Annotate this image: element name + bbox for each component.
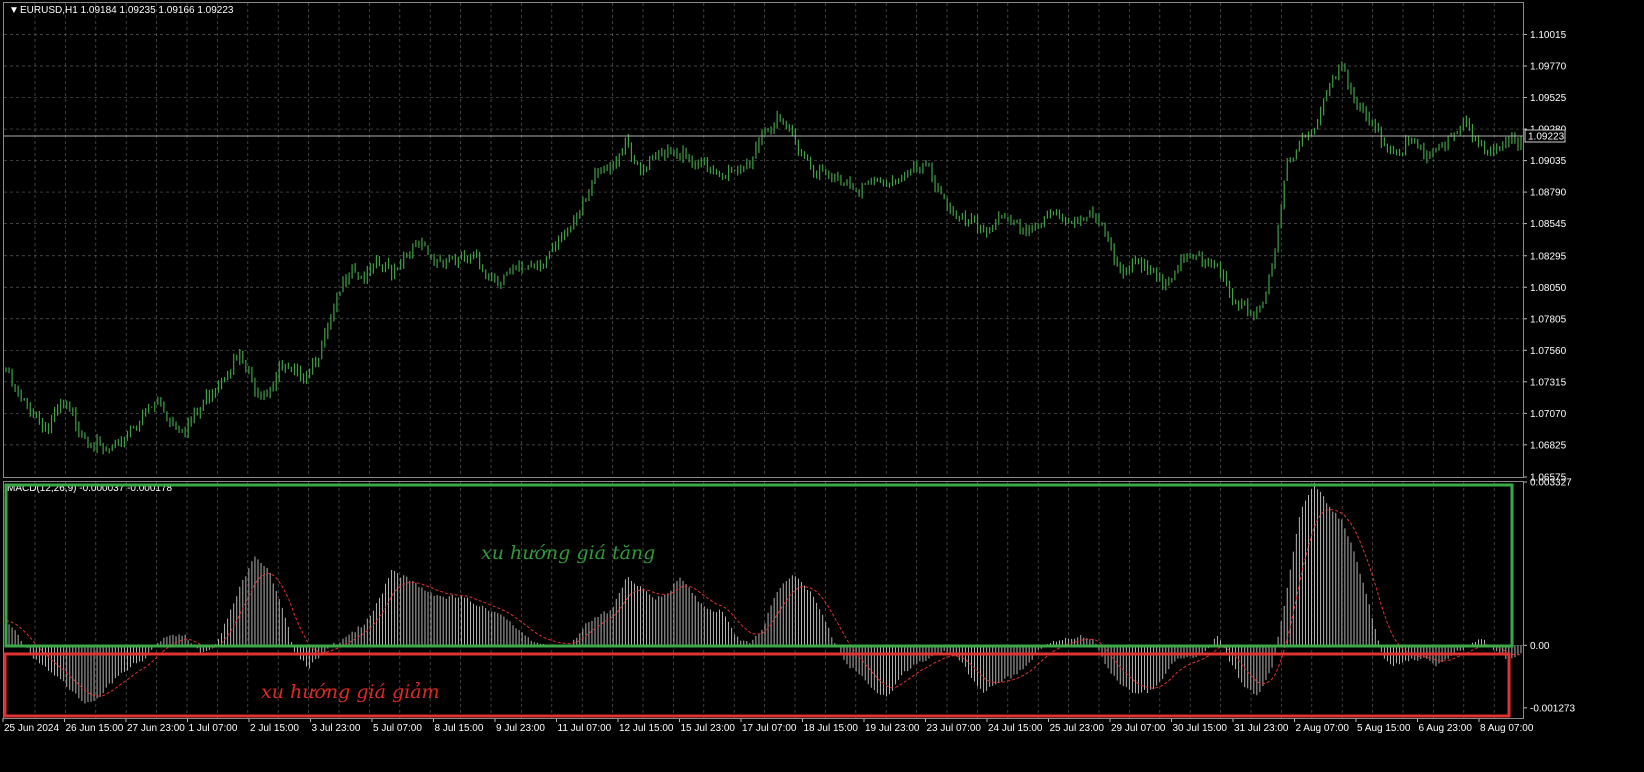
macd-signal-line: [5, 508, 1522, 697]
time-tick-label: 25 Jun 2024: [4, 723, 59, 734]
price-tick-label: 1.07560: [1530, 346, 1567, 357]
macd-axis: 0.003327 0.00 -0.001273: [1523, 478, 1575, 714]
time-tick-label: 18 Jul 15:00: [804, 723, 859, 734]
grid: [4, 3, 1523, 718]
price-tick-label: 1.07805: [1530, 314, 1567, 325]
uptrend-label: xu hướng giá tăng: [481, 542, 655, 564]
price-tick-label: 1.08050: [1530, 283, 1567, 294]
time-tick-label: 27 Jun 23:00: [127, 723, 185, 734]
time-tick-label: 2 Jul 15:00: [250, 723, 299, 734]
downtrend-label: xu hướng giá giảm: [261, 681, 440, 703]
time-tick-label: 5 Aug 15:00: [1357, 723, 1411, 734]
time-tick-label: 1 Jul 07:00: [189, 723, 238, 734]
time-tick-label: 15 Jul 23:00: [681, 723, 736, 734]
downtrend-box: [3, 652, 1511, 718]
time-tick-label: 2 Aug 07:00: [1296, 723, 1350, 734]
time-tick-label: 11 Jul 07:00: [558, 723, 612, 734]
macd-panel-frame: [3, 481, 1524, 719]
time-tick-label: 8 Aug 07:00: [1480, 723, 1534, 734]
price-tick-label: 1.08545: [1530, 219, 1567, 230]
current-price-label: 1.09223: [1528, 132, 1565, 143]
time-tick-label: 19 Jul 23:00: [865, 723, 920, 734]
macd-histogram: [5, 482, 1522, 704]
uptrend-box: [4, 483, 1514, 648]
time-tick-label: 17 Jul 07:00: [742, 723, 797, 734]
signal-line: [5, 508, 1522, 697]
time-tick-label: 23 Jul 07:00: [927, 723, 982, 734]
time-tick-label: 3 Jul 23:00: [312, 723, 361, 734]
price-tick-label: 1.08790: [1530, 188, 1567, 199]
time-tick-label: 6 Aug 23:00: [1419, 723, 1473, 734]
time-tick-label: 12 Jul 15:00: [619, 723, 674, 734]
time-tick-label: 9 Jul 23:00: [496, 723, 545, 734]
price-panel-frame: [3, 2, 1524, 478]
price-candles: [5, 61, 1522, 455]
price-tick-label: 1.07070: [1530, 409, 1567, 420]
time-tick-label: 31 Jul 23:00: [1234, 723, 1289, 734]
macd-tick-label: 0.00: [1530, 641, 1550, 652]
time-tick-label: 24 Jul 15:00: [988, 723, 1043, 734]
dropdown-arrow-icon[interactable]: ▼: [9, 5, 19, 16]
price-tick-label: 1.07315: [1530, 377, 1567, 388]
time-tick-label: 5 Jul 07:00: [373, 723, 422, 734]
price-tick-label: 1.08295: [1530, 251, 1567, 262]
time-tick-label: 29 Jul 07:00: [1111, 723, 1166, 734]
time-tick-label: 26 Jun 15:00: [66, 723, 124, 734]
time-axis: 25 Jun 2024 26 Jun 15:00 27 Jun 23:00 1 Jul…: [2, 718, 1534, 734]
symbol-header: EURUSD,H1 1.09184 1.09235 1.09166 1.0922…: [20, 5, 234, 16]
price-tick-label: 1.09525: [1530, 93, 1567, 104]
time-tick-label: 30 Jul 15:00: [1173, 723, 1228, 734]
price-tick-label: 1.09035: [1530, 156, 1567, 167]
time-tick-label: 25 Jul 23:00: [1050, 723, 1105, 734]
time-tick-label: 8 Jul 15:00: [435, 723, 484, 734]
trading-chart[interactable]: 1.100151.097701.095251.092801.090351.087…: [0, 0, 1644, 772]
price-axis: 1.100151.097701.095251.092801.090351.087…: [1523, 30, 1567, 484]
price-tick-label: 1.10015: [1530, 30, 1567, 41]
macd-tick-label: 0.003327: [1530, 478, 1572, 489]
price-tick-label: 1.06825: [1530, 440, 1567, 451]
macd-tick-label: -0.001273: [1530, 703, 1575, 714]
price-tick-label: 1.09770: [1530, 62, 1567, 73]
